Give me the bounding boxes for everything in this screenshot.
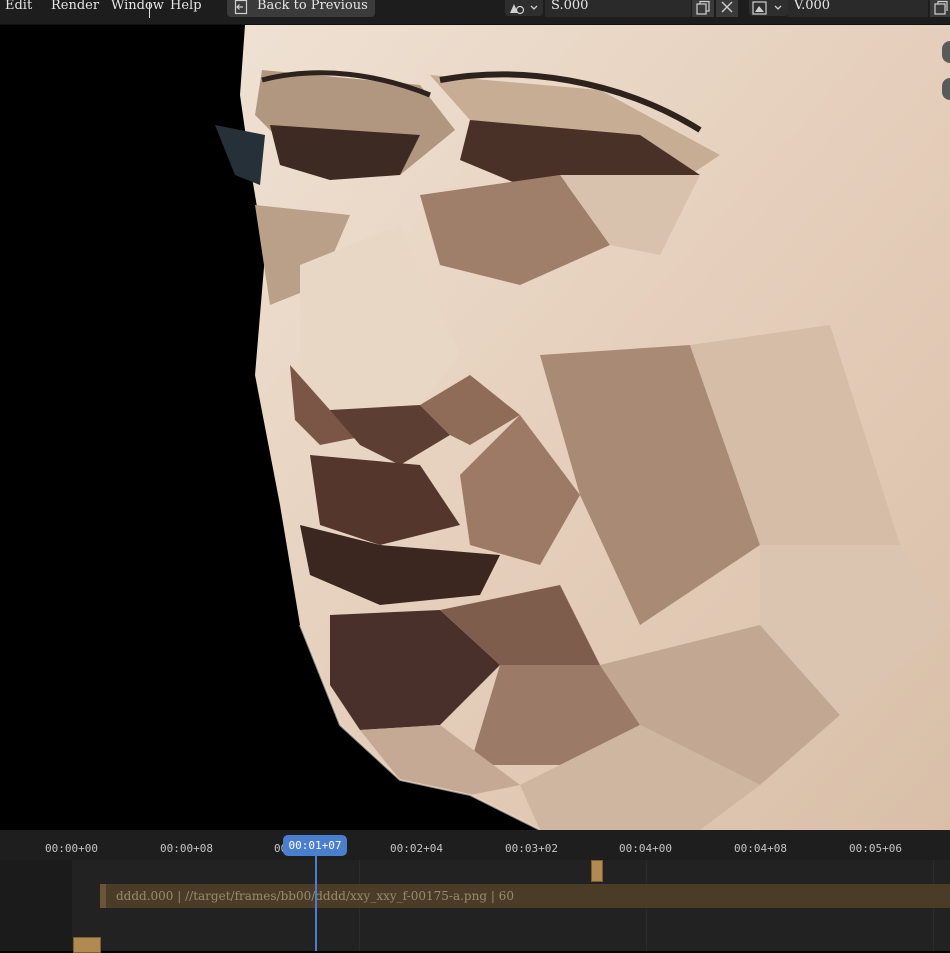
- tick-label: 00:05+06: [849, 842, 902, 855]
- back-icon: [234, 0, 248, 15]
- back-to-previous-label: Back to Previous: [257, 0, 368, 13]
- render-viewport[interactable]: [0, 25, 950, 830]
- text-cursor: [149, 2, 150, 18]
- face-render-image: [215, 25, 950, 830]
- new-window-icon: [934, 0, 948, 15]
- menu-edit[interactable]: Edit: [5, 0, 32, 12]
- viewport-gizmo-top[interactable]: [942, 41, 950, 63]
- scale-field[interactable]: S.000: [545, 0, 691, 17]
- new-window-button[interactable]: [930, 0, 950, 17]
- menu-help[interactable]: Help: [170, 0, 202, 12]
- copy-button[interactable]: [692, 0, 714, 17]
- tick-label: 00:00+00: [45, 842, 98, 855]
- overlay-dropdown[interactable]: [505, 0, 543, 16]
- close-icon: [721, 1, 733, 13]
- playhead-current-time[interactable]: 00:01+07: [283, 835, 347, 856]
- top-bar: Edit Render Window Help Back to Previous…: [0, 0, 950, 25]
- image-sequence-strip[interactable]: dddd.000 | //target/frames/bb00/dddd/xxy…: [100, 884, 950, 908]
- tick-label: 00:04+08: [734, 842, 787, 855]
- tick-label: 00:03+02: [505, 842, 558, 855]
- keyframe-marker[interactable]: [591, 860, 603, 882]
- time-ruler[interactable]: 00:00+00 00:00+08 00:01+07 00:02+04 00:0…: [0, 830, 950, 860]
- viewport-gizmo-bottom[interactable]: [942, 78, 950, 100]
- image-dropdown[interactable]: [749, 0, 789, 16]
- copy-icon: [696, 0, 710, 15]
- image-dropdown-icon: [752, 1, 782, 15]
- view-field[interactable]: V.000: [788, 0, 928, 17]
- menu-window[interactable]: Window: [111, 0, 164, 12]
- back-to-previous-button[interactable]: Back to Previous: [227, 0, 375, 17]
- tick-label: 00:04+00: [619, 842, 672, 855]
- playhead-line[interactable]: [315, 848, 317, 951]
- overlay-dropdown-icon: [510, 4, 538, 15]
- tick-label: 00:02+04: [390, 842, 443, 855]
- menu-render[interactable]: Render: [51, 0, 99, 12]
- close-button[interactable]: [716, 0, 738, 17]
- tick-label: 00:00+08: [160, 842, 213, 855]
